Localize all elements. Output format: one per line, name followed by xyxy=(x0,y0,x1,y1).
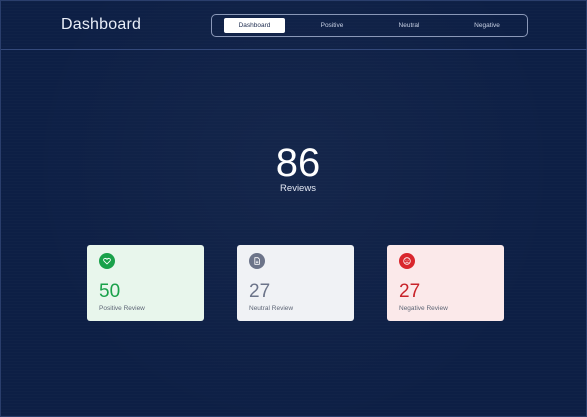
negative-review-label: Negative Review xyxy=(399,305,448,312)
tab-neutral[interactable]: Neutral xyxy=(379,18,439,33)
neutral-review-count: 27 xyxy=(249,281,271,302)
top-navigation-bar: Dashboard Dashboard Positive Neutral Neg… xyxy=(1,1,587,50)
page-title: Dashboard xyxy=(61,16,142,33)
total-reviews-count: 86 xyxy=(275,141,321,185)
negative-review-count: 27 xyxy=(399,281,421,302)
sad-face-icon xyxy=(399,253,415,269)
tab-positive[interactable]: Positive xyxy=(302,18,362,33)
positive-review-label: Positive Review xyxy=(99,305,145,312)
heart-icon xyxy=(99,253,115,269)
tab-dashboard[interactable]: Dashboard xyxy=(224,18,285,33)
neutral-review-card[interactable]: 27 Neutral Review xyxy=(237,245,354,321)
total-reviews-summary: 86 Reviews xyxy=(1,141,587,194)
positive-review-card[interactable]: 50 Positive Review xyxy=(87,245,204,321)
positive-review-count: 50 xyxy=(99,281,121,302)
negative-review-card[interactable]: 27 Negative Review xyxy=(387,245,504,321)
tab-negative[interactable]: Negative xyxy=(457,18,517,33)
neutral-review-label: Neutral Review xyxy=(249,305,294,312)
review-filter-tabs: Dashboard Positive Neutral Negative xyxy=(211,14,528,37)
app-window: Dashboard Dashboard Positive Neutral Neg… xyxy=(0,0,587,417)
document-icon xyxy=(249,253,265,269)
total-reviews-label: Reviews xyxy=(280,183,316,194)
